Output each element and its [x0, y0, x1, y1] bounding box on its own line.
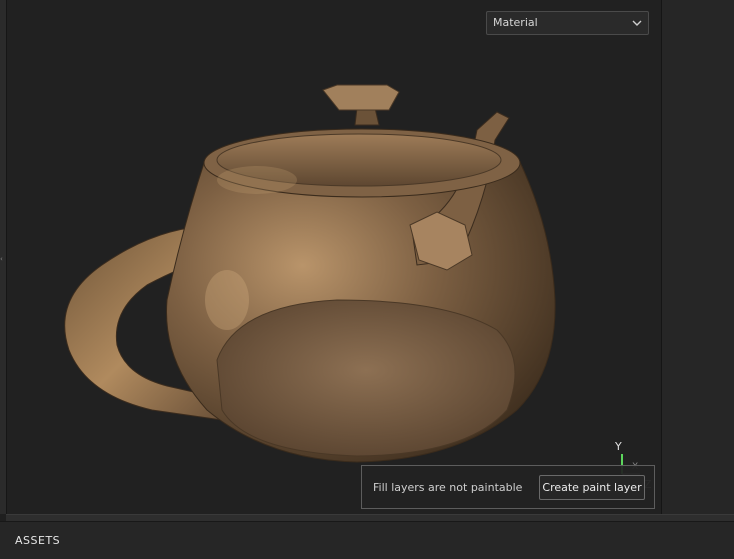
painter-window: ‹ Material Y Fill layers are not paintab… — [0, 0, 734, 559]
assets-panel-header[interactable]: ASSETS — [0, 521, 734, 559]
teapot-model — [64, 84, 556, 463]
left-toolbar-strip: ‹ — [0, 0, 7, 514]
shading-mode-select[interactable]: Material — [486, 11, 649, 35]
3d-viewport[interactable]: Material Y X Z Fill layers are not paint… — [7, 0, 661, 514]
right-panel — [661, 0, 734, 514]
create-paint-layer-button[interactable]: Create paint layer — [539, 475, 645, 500]
shading-mode-value: Material — [493, 16, 538, 29]
toast-message: Fill layers are not paintable — [373, 481, 523, 494]
assets-title: ASSETS — [15, 534, 61, 547]
chevron-down-icon — [632, 20, 642, 26]
collapse-arrow-icon[interactable]: ‹ — [0, 256, 5, 263]
notification-toast: Fill layers are not paintable Create pai… — [361, 465, 655, 509]
